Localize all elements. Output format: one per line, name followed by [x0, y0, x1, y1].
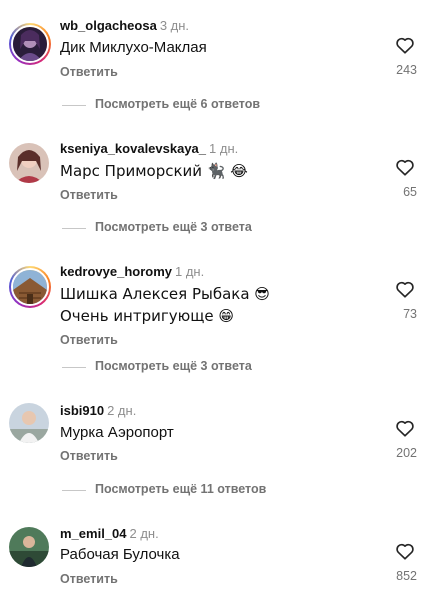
- comment-time: 3 дн.: [159, 18, 190, 33]
- divider-line: [62, 105, 86, 106]
- reply-button[interactable]: Ответить: [60, 333, 118, 347]
- comment-text: Марс Приморский 🐈‍⬛ 😂: [60, 162, 248, 180]
- avatar[interactable]: [9, 143, 49, 183]
- comment-time: 1 дн.: [209, 141, 239, 156]
- comment-text: Рабочая Булочка: [60, 546, 180, 563]
- view-more-replies-label[interactable]: Посмотреть ещё 6 ответов: [95, 97, 260, 111]
- divider-line: [62, 490, 86, 491]
- comment-username[interactable]: m_emil_04 2 дн.: [60, 526, 159, 541]
- reply-button[interactable]: Ответить: [60, 188, 118, 202]
- heart-outline-icon[interactable]: [395, 280, 415, 298]
- divider-line: [62, 228, 86, 229]
- heart-outline-icon[interactable]: [395, 36, 415, 54]
- like-count: 852: [396, 569, 417, 583]
- heart-outline-icon[interactable]: [395, 419, 415, 437]
- comment-time: 2 дн.: [107, 403, 137, 418]
- comment-username[interactable]: isbi910 2 дн.: [60, 403, 136, 418]
- avatar[interactable]: [9, 403, 49, 443]
- heart-outline-icon[interactable]: [395, 542, 415, 560]
- avatar[interactable]: [9, 266, 51, 308]
- comment-text: Шишка Алексея Рыбака 😎 Очень интригующе …: [60, 285, 270, 325]
- comment-username[interactable]: kseniya_kovalevskaya_ 1 дн.: [60, 141, 238, 156]
- like-count: 65: [403, 185, 417, 199]
- reply-button[interactable]: Ответить: [60, 572, 118, 586]
- comment-text: Мурка Аэропорт: [60, 424, 174, 441]
- like-count: 73: [403, 307, 417, 321]
- avatar[interactable]: [9, 23, 51, 65]
- view-more-replies-label[interactable]: Посмотреть ещё 3 ответа: [95, 359, 252, 373]
- comment-time: 2 дн.: [129, 526, 159, 541]
- comment-time: 1 дн.: [175, 264, 205, 279]
- comment-username[interactable]: wb_olgacheosa 3 дн.: [60, 18, 189, 33]
- view-more-replies-label[interactable]: Посмотреть ещё 3 ответа: [95, 220, 252, 234]
- reply-button[interactable]: Ответить: [60, 65, 118, 79]
- reply-button[interactable]: Ответить: [60, 449, 118, 463]
- heart-outline-icon[interactable]: [395, 158, 415, 176]
- divider-line: [62, 367, 86, 368]
- avatar[interactable]: [9, 527, 49, 567]
- view-more-replies-label[interactable]: Посмотреть ещё 11 ответов: [95, 482, 266, 496]
- like-count: 243: [396, 63, 417, 77]
- comment-username[interactable]: kedrovye_horomy 1 дн.: [60, 264, 204, 279]
- like-count: 202: [396, 446, 417, 460]
- comment-text: Дик Миклухо-Маклая: [60, 39, 207, 56]
